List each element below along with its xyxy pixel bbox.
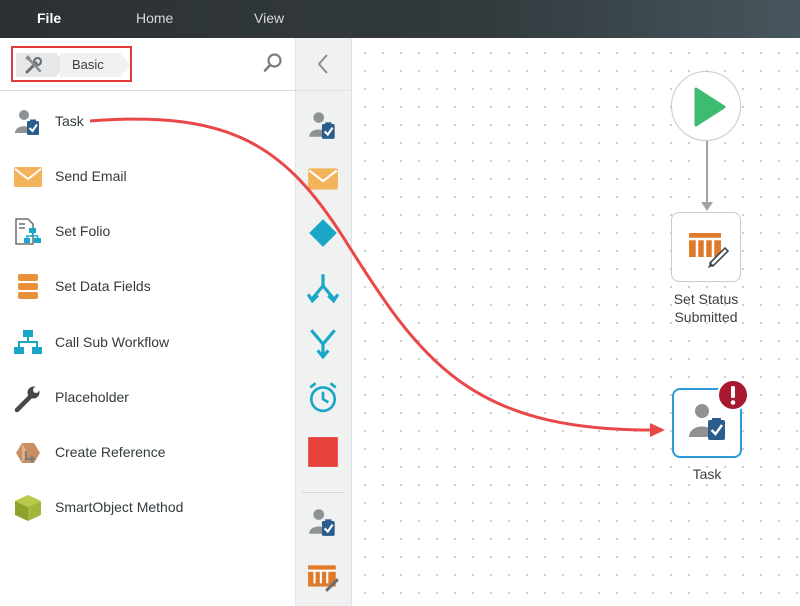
toolbox-item-placeholder[interactable]: Placeholder — [0, 372, 296, 422]
toolbox-item-label: Set Data Fields — [55, 278, 151, 294]
set-status-label-line2: Submitted — [674, 309, 738, 325]
breadcrumb-root[interactable] — [16, 53, 66, 77]
toolbox-item-label: Placeholder — [55, 389, 129, 405]
chevron-left-icon — [317, 54, 328, 74]
toolbox-item-label: Call Sub Workflow — [55, 334, 170, 350]
task-user-icon[interactable] — [306, 108, 340, 142]
sub-workflow-icon — [14, 330, 42, 354]
toolbox-item-label: Task — [55, 113, 84, 129]
toolbox-panel: Basic Task Send Email Set Folio Set Data… — [0, 38, 296, 606]
strip-divider — [302, 492, 344, 493]
menu-view[interactable]: View — [254, 0, 284, 38]
task-node-label: Task — [692, 466, 722, 482]
menu-file[interactable]: File — [37, 0, 61, 38]
set-status-icon[interactable] — [306, 560, 340, 594]
toolbox-item-set-data-fields[interactable]: Set Data Fields — [0, 261, 296, 311]
decision-icon[interactable] — [306, 216, 340, 250]
data-fields-icon — [18, 274, 38, 299]
play-icon — [694, 87, 726, 127]
toolbox-item-label: SmartObject Method — [55, 499, 184, 515]
menu-bar: File Home View — [0, 0, 800, 38]
toolbox-item-set-folio[interactable]: Set Folio — [0, 206, 296, 256]
start-node[interactable] — [671, 71, 741, 141]
icon-strip — [296, 38, 352, 606]
collapse-panel-button[interactable] — [296, 38, 352, 91]
envelope-icon — [14, 167, 42, 187]
stop-icon[interactable] — [306, 435, 340, 469]
toolbox-item-send-email[interactable]: Send Email — [0, 151, 296, 201]
exclamation-icon — [730, 386, 736, 405]
merge-icon[interactable] — [306, 326, 340, 360]
toolbox-item-smartobject-method[interactable]: SmartObject Method — [0, 482, 296, 532]
folio-icon — [15, 218, 41, 245]
task-user-icon — [15, 110, 39, 135]
toolbox-item-call-sub-workflow[interactable]: Call Sub Workflow — [0, 317, 296, 367]
breadcrumb-basic[interactable]: Basic — [60, 53, 130, 77]
timer-icon[interactable] — [306, 380, 340, 414]
set-status-label-line1: Set Status — [673, 291, 739, 307]
task-user-icon[interactable] — [306, 505, 340, 539]
smartobject-icon — [15, 495, 41, 521]
error-badge[interactable] — [717, 379, 749, 411]
toolbox-header: Basic — [0, 38, 296, 91]
workflow-canvas[interactable]: Set Status Submitted Task — [352, 38, 800, 606]
toolbox-item-create-reference[interactable]: Create Reference — [0, 427, 296, 477]
toolbox-item-label: Set Folio — [55, 223, 111, 239]
menu-home[interactable]: Home — [136, 0, 173, 38]
toolbox-item-label: Create Reference — [55, 444, 166, 460]
set-status-node[interactable] — [671, 212, 741, 282]
toolbox-item-label: Send Email — [55, 168, 127, 184]
reference-icon — [16, 443, 40, 463]
toolbox-item-task[interactable]: Task — [0, 96, 296, 146]
breadcrumb: Basic — [11, 46, 132, 82]
set-status-icon — [689, 233, 730, 268]
connector-line[interactable] — [706, 141, 708, 205]
envelope-icon[interactable] — [306, 162, 340, 196]
tools-icon — [25, 55, 43, 74]
search-icon — [263, 53, 282, 72]
connector-arrowhead — [701, 202, 713, 211]
wrench-icon — [14, 386, 40, 413]
split-icon[interactable] — [306, 271, 340, 305]
search-button[interactable] — [262, 52, 284, 74]
